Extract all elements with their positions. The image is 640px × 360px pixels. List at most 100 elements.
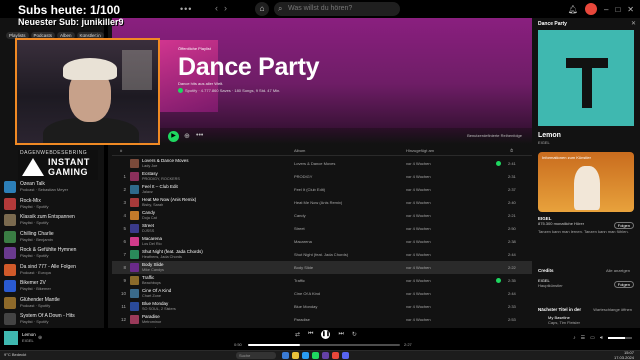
track-album[interactable]: Street — [294, 226, 305, 231]
sidebar-item[interactable]: Glühender Mantle Podcast · Spotify — [4, 296, 104, 310]
file-explorer-icon[interactable] — [292, 352, 299, 359]
track-album[interactable]: Paradise — [294, 317, 310, 322]
player-artist[interactable]: EIGEL — [22, 338, 34, 343]
track-artist[interactable]: Bisby, Sarah — [142, 203, 163, 207]
track-album[interactable]: Shut Night (feat. Jada Chords) — [294, 252, 348, 257]
shuffle-icon[interactable]: ⇄ — [295, 331, 300, 338]
close-icon[interactable]: ✕ — [627, 5, 634, 14]
credits-follow-button[interactable]: Folgen — [613, 281, 634, 288]
saved-check-icon[interactable] — [496, 278, 501, 283]
col-duration[interactable]: ⏱ — [510, 148, 513, 153]
track-album[interactable]: Blue Monday — [294, 304, 317, 309]
track-title[interactable]: Cine Of A Kind — [142, 288, 171, 293]
obs-icon[interactable] — [332, 352, 339, 359]
track-artist[interactable]: Lady Joe — [142, 164, 157, 168]
track-title[interactable]: Lovers & Dance Moves — [142, 158, 189, 163]
search-input[interactable]: ⌕ Was willst du hören? — [274, 2, 400, 16]
track-artist[interactable]: Metrominor — [142, 320, 161, 324]
track-title[interactable]: Shut Night (feat. Jada Chords) — [142, 249, 203, 254]
open-queue-link[interactable]: Warteschlange öffnen — [593, 307, 632, 312]
sort-order-label[interactable]: Benutzerdefinierte Reihenfolge — [467, 133, 522, 138]
now-playing-title[interactable]: Lemon — [538, 132, 561, 139]
now-playing-artist[interactable]: EIGEL — [538, 140, 550, 145]
table-row[interactable]: 11 Blue Monday SO SOUL, 2 Sisters Blue Mond… — [112, 300, 532, 313]
edge-icon[interactable] — [302, 352, 309, 359]
avatar[interactable] — [585, 3, 597, 15]
track-title[interactable]: Traffic — [142, 275, 154, 280]
more-options-icon[interactable]: ••• — [196, 132, 203, 139]
back-arrow-icon[interactable]: ‹ — [215, 3, 218, 13]
player-title[interactable]: Lemon — [22, 332, 36, 337]
track-album[interactable]: Heat Me Now (Anis Remix) — [294, 200, 342, 205]
forward-arrow-icon[interactable]: › — [224, 3, 227, 13]
table-row[interactable]: 6 Macarena Los Del Rio Macarena vor 4 Wochen… — [112, 235, 532, 248]
track-title[interactable]: Candy — [142, 210, 155, 215]
track-album[interactable]: Body Slide — [294, 265, 313, 270]
close-panel-icon[interactable]: ✕ — [631, 20, 636, 27]
track-album[interactable]: Lovers & Dance Moves — [294, 161, 335, 166]
queue-icon[interactable]: ☰ — [581, 335, 585, 341]
col-album[interactable]: Album — [294, 148, 305, 153]
table-row[interactable]: 5 Street DJSSS Street vor 4 Wochen 2:50 — [112, 222, 532, 235]
minimize-icon[interactable]: – — [604, 5, 608, 14]
track-artist[interactable]: Doja Cat — [142, 216, 157, 220]
track-artist[interactable]: Los Del Rio — [142, 242, 162, 246]
track-title[interactable]: Heat Me Now (Anis Remix) — [142, 197, 196, 202]
track-title[interactable]: Macarena — [142, 236, 162, 241]
track-album[interactable]: Candy — [294, 213, 306, 218]
clock[interactable]: 15:07 17.03.2024 — [614, 350, 634, 360]
sidebar-item[interactable]: Bikemer 2V Playlist · Bikemer — [4, 279, 104, 293]
track-title[interactable]: Feel It – Club Edit — [142, 184, 178, 189]
track-artist[interactable]: Mike Candys — [142, 268, 164, 272]
sidebar-item[interactable]: Ozean Talk Podcast · Sebastian Meyer — [4, 180, 104, 194]
sidebar-item[interactable]: System Of A Down - Hits Playlist · Spotif… — [4, 312, 104, 326]
track-artist[interactable]: DJSSS — [142, 229, 154, 233]
home-button[interactable]: ⌂ — [255, 2, 269, 16]
device-icon[interactable]: ▭ — [590, 335, 595, 341]
repeat-icon[interactable]: ↻ — [352, 331, 357, 338]
track-artist[interactable]: Beachboys — [142, 281, 161, 285]
credits-show-all-link[interactable]: Alle anzeigen — [606, 268, 630, 273]
bell-icon[interactable]: 🔔︎ — [568, 5, 578, 14]
follow-button[interactable]: Folgen — [613, 222, 634, 229]
track-artist[interactable]: Jalavz — [142, 190, 153, 194]
track-title[interactable]: Paradise — [142, 314, 160, 319]
volume-icon[interactable]: 🔊︎ — [600, 335, 603, 341]
spotify-icon[interactable] — [312, 352, 319, 359]
lyrics-icon[interactable]: ♪ — [573, 335, 576, 341]
start-icon[interactable] — [282, 352, 289, 359]
table-row[interactable]: 9 Traffic Beachboys Traffic vor 4 Wochen 2:35 — [112, 274, 532, 287]
next-icon[interactable]: ⏭ — [338, 331, 343, 338]
previous-icon[interactable]: ⏮ — [308, 331, 313, 338]
track-artist[interactable]: Heathens, Jada Chords — [142, 255, 182, 259]
track-artist[interactable]: PRODIGY, ROCKERS — [142, 177, 180, 181]
volume-slider[interactable] — [608, 337, 632, 339]
track-artist[interactable]: Chart Zone — [142, 294, 161, 298]
track-album[interactable]: Cine Of A Kind — [294, 291, 320, 296]
table-row[interactable]: Lovers & Dance Moves Lady Joe Lovers & Dan… — [112, 157, 532, 170]
twitch-icon[interactable] — [322, 352, 329, 359]
table-row[interactable]: 3 Heat Me Now (Anis Remix) Bisby, Sarah Hea… — [112, 196, 532, 209]
saved-check-icon[interactable] — [496, 161, 501, 166]
track-album[interactable]: Macarena — [294, 239, 312, 244]
play-button[interactable]: ▶ — [168, 131, 179, 142]
table-row[interactable]: 7 Shut Night (feat. Jada Chords) Heathens,… — [112, 248, 532, 261]
saved-check-icon[interactable]: ⊕ — [38, 335, 42, 341]
track-title[interactable]: Blue Monday — [142, 301, 168, 306]
table-row[interactable]: 2 Feel It – Club Edit Jalavz Feel It (Club … — [112, 183, 532, 196]
track-album[interactable]: Traffic — [294, 278, 305, 283]
menu-dots-icon[interactable]: ••• — [180, 4, 192, 14]
track-title[interactable]: Ecstasy — [142, 171, 158, 176]
table-row[interactable]: 12 Paradise Metrominor Paradise vor 4 Wochen… — [112, 313, 532, 326]
sidebar-item[interactable]: Rock & Gefühlte Hymnen Playlist · Spotify — [4, 246, 104, 260]
taskbar-search[interactable]: Suche — [236, 352, 276, 359]
track-title[interactable]: Body Slide — [142, 262, 164, 267]
sidebar-item[interactable]: Klassik zum Entspannen Playlist · Spotify — [4, 213, 104, 227]
sidebar-item[interactable]: Da sind 777 - Alle Folgen Podcast · Europ… — [4, 263, 104, 277]
col-added[interactable]: Hinzugefügt am — [406, 148, 434, 153]
table-row[interactable]: 1 Ecstasy PRODIGY, ROCKERS PRODIGY vor 4 Woc… — [112, 170, 532, 183]
track-artist[interactable]: SO SOUL, 2 Sisters — [142, 307, 176, 311]
sidebar-item[interactable]: Chilling Charlie Playlist · Benjamin — [4, 230, 104, 244]
weather-widget[interactable]: 9°C Bedeckt — [4, 352, 26, 357]
track-album[interactable]: PRODIGY — [294, 174, 312, 179]
